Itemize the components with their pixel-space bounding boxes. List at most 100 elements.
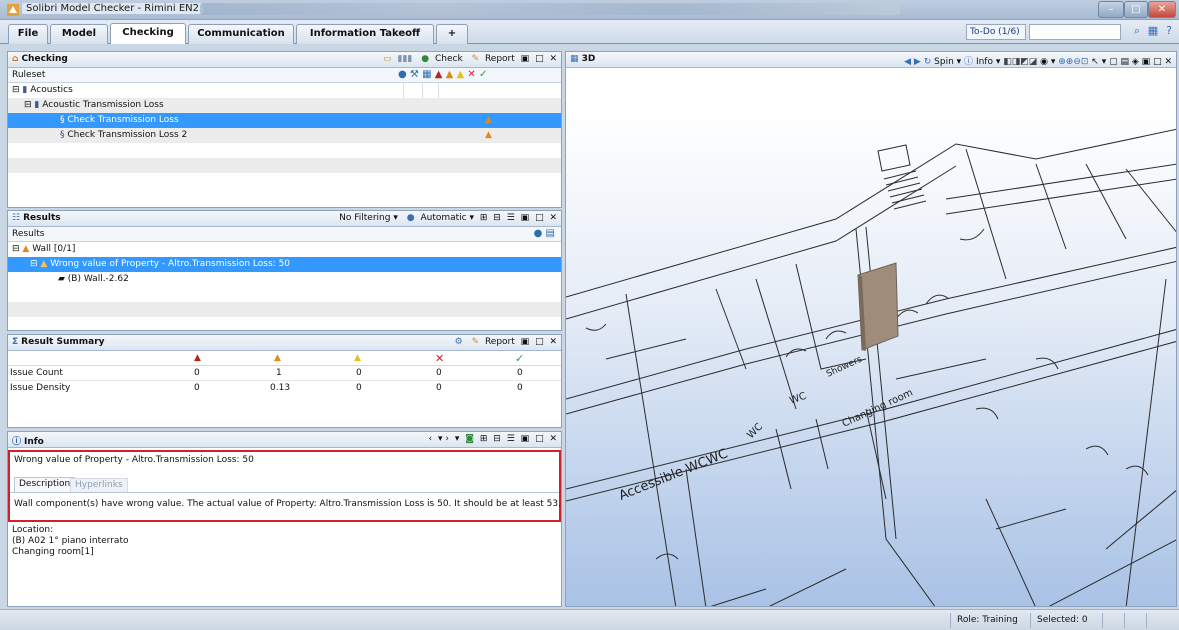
panel-tool-icons[interactable]: ▮▮▮ <box>398 54 413 64</box>
restore-panel-icon[interactable]: ▣ <box>521 337 530 347</box>
table-icon[interactable]: ▦ <box>422 69 431 80</box>
low-severity-icon[interactable]: ▲ <box>457 69 465 80</box>
back-icon[interactable]: ‹ <box>429 434 433 444</box>
open-folder-icon[interactable]: ▭ <box>383 54 392 64</box>
3d-view-title: 3D <box>581 54 596 64</box>
info-panel: ⓘ Info ‹ ▾ › ▾ ◙ ⊞ ⊟ ☰ ▣ □ ✕ Wrong value … <box>7 431 562 607</box>
tab-description[interactable]: Description <box>14 477 76 492</box>
people-icon[interactable]: ● <box>398 69 407 80</box>
floor-plan-3d[interactable]: Accessible WCWC WC WC Showers Changing r… <box>566 69 1177 607</box>
ruleset-header-label: Ruleset <box>12 70 46 80</box>
report-button[interactable]: ✎ Report <box>469 54 515 64</box>
maximize-button[interactable]: □ <box>1124 1 1148 18</box>
view-cube-icons[interactable]: ◧◨◩◪ <box>1003 57 1037 67</box>
help-icon[interactable]: ? <box>1162 24 1176 38</box>
tab-hyperlinks[interactable]: Hyperlinks <box>70 478 128 492</box>
close-panel-icon[interactable]: ✕ <box>1164 57 1172 67</box>
collapse-all-icon[interactable]: ⊟ <box>493 434 501 444</box>
tool-icon[interactable]: ⚒ <box>410 69 419 80</box>
spin-dropdown[interactable]: ↻ Spin ▾ <box>924 57 961 67</box>
rejected-icon[interactable]: ✕ <box>467 69 475 80</box>
close-button[interactable]: ✕ <box>1148 1 1176 18</box>
moderate-severity-icon: ▲ <box>485 115 492 125</box>
tab-file[interactable]: File <box>8 24 48 44</box>
results-row-component[interactable]: ▰ (B) Wall.-2.62 <box>8 272 561 287</box>
collapse-all-icon[interactable]: ⊟ <box>493 213 501 223</box>
layers-icon[interactable]: ▤ <box>1120 57 1129 67</box>
close-panel-icon[interactable]: ✕ <box>549 337 557 347</box>
people-icon[interactable]: ● <box>534 228 543 239</box>
automatic-dropdown[interactable]: ● Automatic ▾ <box>404 213 474 223</box>
window-icon[interactable]: ▢ <box>1109 57 1118 67</box>
maximize-panel-icon[interactable]: □ <box>535 434 544 444</box>
report-icon: ✎ <box>471 337 480 347</box>
collapse-icon[interactable]: ⊟ <box>30 259 38 269</box>
list-icon[interactable]: ☰ <box>507 434 515 444</box>
folder-icon: ▮ <box>22 85 28 95</box>
collapse-icon[interactable]: ⊟ <box>12 85 20 95</box>
maximize-panel-icon[interactable]: □ <box>1153 57 1162 67</box>
location-block: Location: (B) A02 1° piano interrato Cha… <box>12 525 128 558</box>
summary-title: Result Summary <box>21 337 105 347</box>
summary-row-issue-count: Issue Count 0 1 0 0 0 <box>8 366 561 381</box>
tree-row-check-transmission-loss-2[interactable]: § Check Transmission Loss 2 ▲ <box>8 128 561 143</box>
close-panel-icon[interactable]: ✕ <box>549 434 557 444</box>
forward-dropdown-icon[interactable]: ▾ › <box>438 434 449 444</box>
binoculars-icon[interactable]: ⌕ <box>1130 24 1144 38</box>
results-row-issue[interactable]: ⊟ ▲ Wrong value of Property - Altro.Tran… <box>8 257 561 272</box>
filter-dropdown[interactable]: No Filtering ▾ <box>336 213 398 223</box>
section-icon[interactable]: ◈ <box>1132 57 1139 67</box>
info-dropdown[interactable]: ⓘ Info ▾ <box>964 57 1000 67</box>
history-dropdown-icon[interactable]: ▾ <box>455 434 460 444</box>
minimize-button[interactable]: – <box>1098 1 1124 18</box>
restore-panel-icon[interactable]: ▣ <box>521 54 530 64</box>
results-title: Results <box>23 213 61 223</box>
check-button[interactable]: ● Check <box>418 54 462 64</box>
moderate-severity-icon[interactable]: ▲ <box>446 69 454 80</box>
list-icon[interactable]: ☰ <box>507 213 515 223</box>
tab-add[interactable]: + <box>436 24 468 44</box>
expand-all-icon[interactable]: ⊞ <box>480 434 488 444</box>
report-icon[interactable]: ▤ <box>546 228 555 239</box>
summary-options-icon[interactable]: ⚙ <box>455 337 463 347</box>
checking-title: Checking <box>21 54 68 64</box>
maximize-panel-icon[interactable]: □ <box>535 337 544 347</box>
critical-severity-icon[interactable]: ▲ <box>435 69 443 80</box>
tab-checking[interactable]: Checking <box>110 23 186 44</box>
restore-panel-icon[interactable]: ▣ <box>1142 57 1151 67</box>
summary-panel-header: Σ Result Summary ⚙ ✎ Report ▣ □ ✕ <box>8 335 561 351</box>
status-selected: Selected: 0 <box>1030 613 1100 628</box>
visibility-dropdown[interactable]: ◉ ▾ <box>1040 57 1055 67</box>
accepted-icon[interactable]: ✓ <box>479 69 487 80</box>
collapse-icon[interactable]: ⊟ <box>24 100 32 110</box>
results-row-wall[interactable]: ⊟ ▲ Wall [0/1] <box>8 242 561 257</box>
tree-row-acoustics[interactable]: ⊟ ▮ Acoustics <box>8 83 561 98</box>
nav-back-icon[interactable]: ◀ <box>904 57 911 67</box>
3d-view-header: ▦ 3D ◀ ▶ ↻ Spin ▾ ⓘ Info ▾ ◧◨◩◪ ◉ ▾ ⊕⊕⊖⊡… <box>566 52 1176 68</box>
tab-communication[interactable]: Communication <box>188 24 294 44</box>
zoom-icons[interactable]: ⊕⊕⊖⊡ <box>1058 57 1088 67</box>
maximize-panel-icon[interactable]: □ <box>535 54 544 64</box>
refresh-icon[interactable]: ◙ <box>465 434 474 444</box>
ruleset-column-header: Ruleset ● ⚒ ▦ ▲ ▲ ▲ ✕ ✓ <box>8 68 561 83</box>
3d-view-panel[interactable]: ▦ 3D ◀ ▶ ↻ Spin ▾ ⓘ Info ▾ ◧◨◩◪ ◉ ▾ ⊕⊕⊖⊡… <box>565 51 1177 607</box>
location-room: Changing room[1] <box>12 547 94 557</box>
close-panel-icon[interactable]: ✕ <box>549 54 557 64</box>
tree-row-acoustic-transmission-loss[interactable]: ⊟ ▮ Acoustic Transmission Loss <box>8 98 561 113</box>
todo-search-input[interactable] <box>1029 24 1121 40</box>
expand-all-icon[interactable]: ⊞ <box>480 213 488 223</box>
tree-row-check-transmission-loss[interactable]: § Check Transmission Loss ▲ <box>8 113 561 128</box>
todo-button[interactable]: To-Do (1/6) <box>966 24 1026 40</box>
restore-panel-icon[interactable]: ▣ <box>521 434 530 444</box>
maximize-panel-icon[interactable]: □ <box>535 213 544 223</box>
collapse-icon[interactable]: ⊟ <box>12 244 20 254</box>
report-button[interactable]: ✎ Report <box>469 337 515 347</box>
restore-panel-icon[interactable]: ▣ <box>521 213 530 223</box>
layout-icon[interactable]: ▦ <box>1146 24 1160 38</box>
nav-forward-icon[interactable]: ▶ <box>914 57 921 67</box>
tab-information-takeoff[interactable]: Information Takeoff <box>296 24 434 44</box>
sum-icon: Σ <box>12 337 19 347</box>
tab-model[interactable]: Model <box>50 24 108 44</box>
close-panel-icon[interactable]: ✕ <box>549 213 557 223</box>
select-tool-icon[interactable]: ↖ ▾ <box>1091 57 1106 67</box>
